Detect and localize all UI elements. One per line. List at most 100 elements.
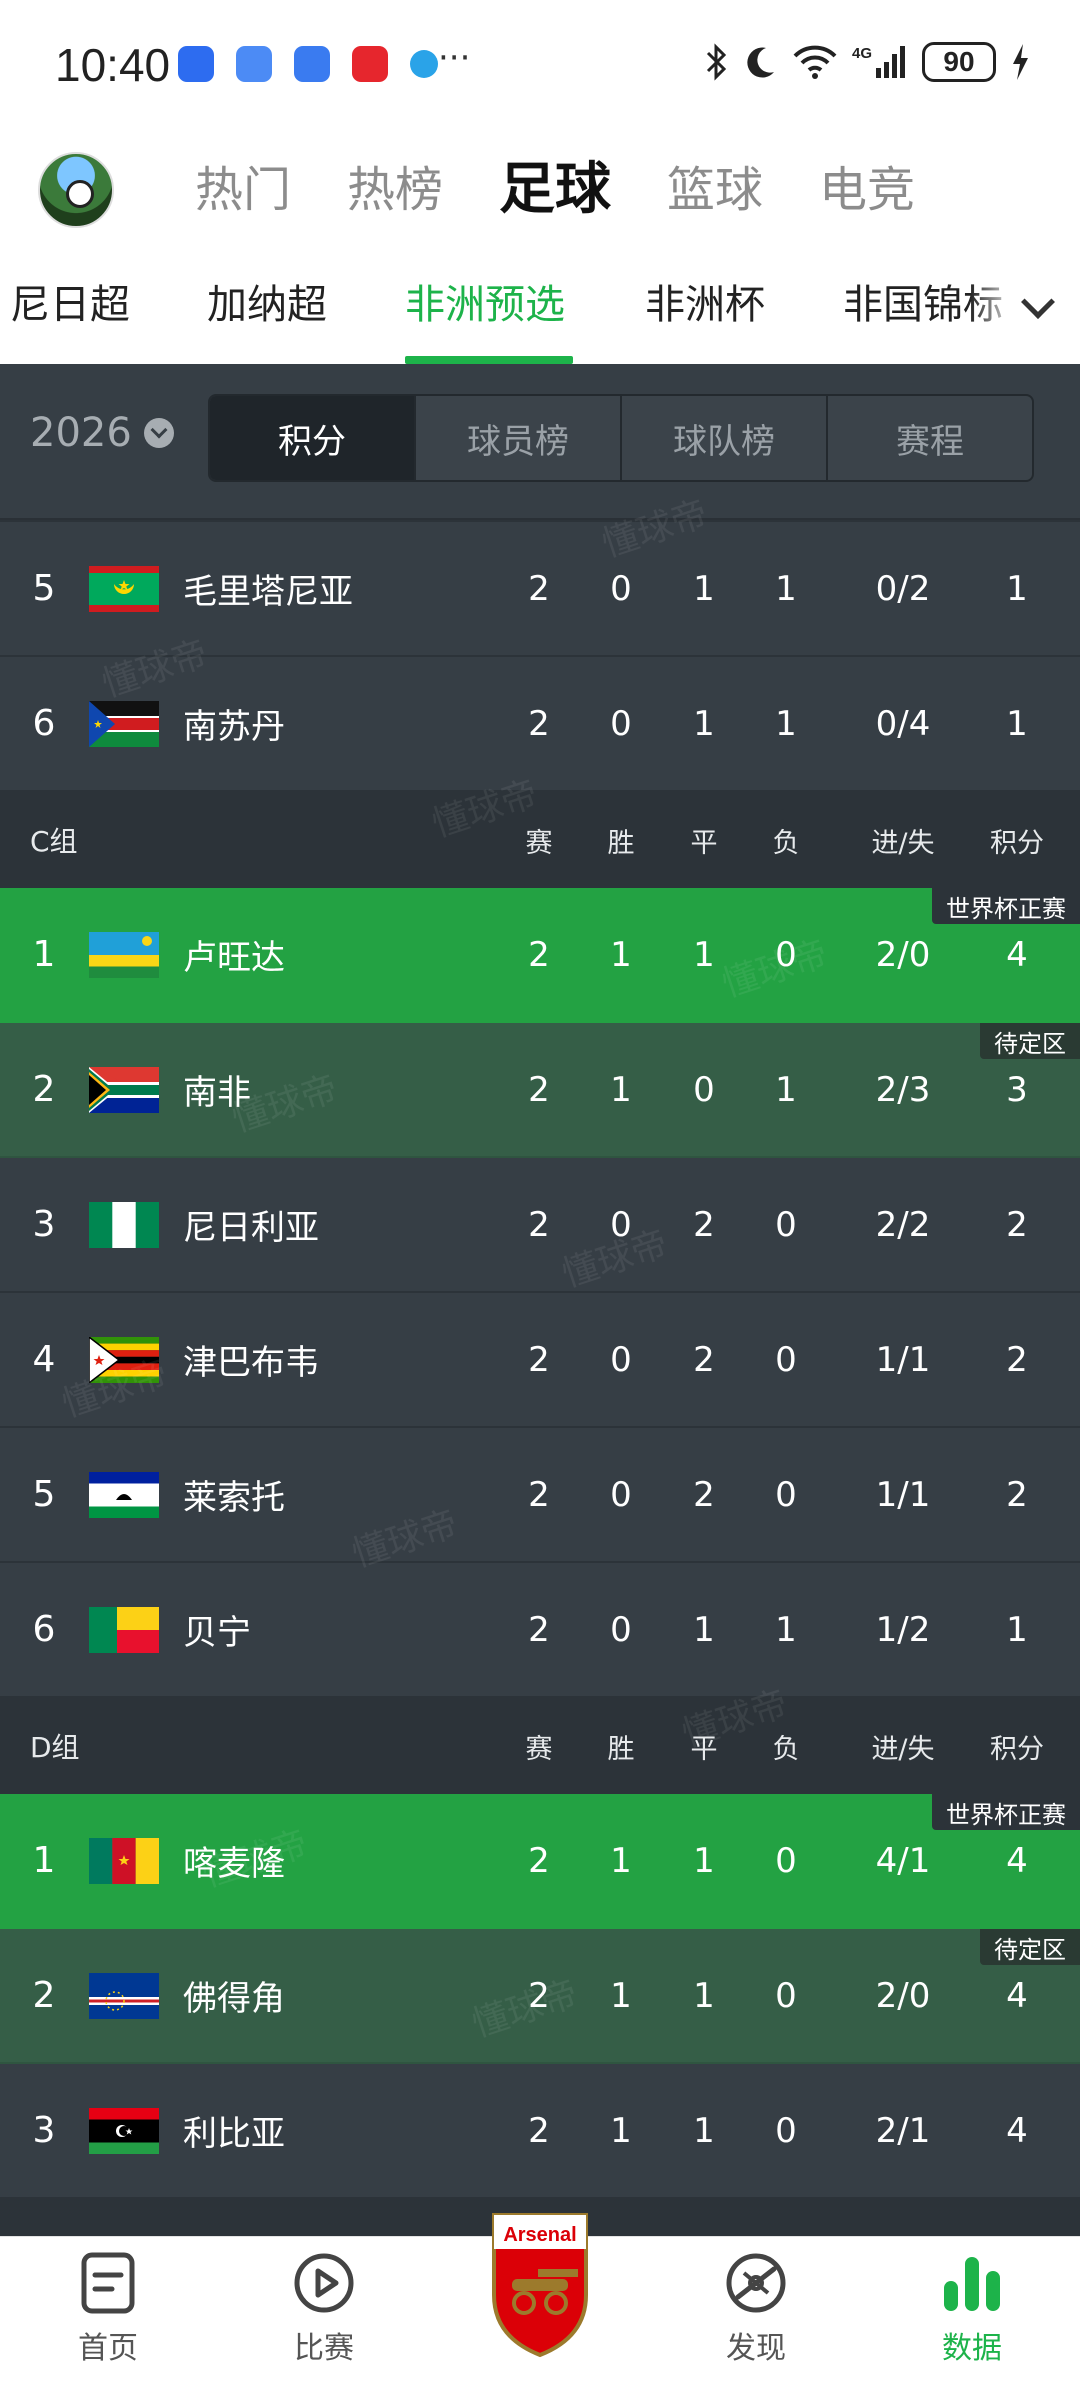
points: 1: [1006, 568, 1028, 609]
points: 2: [1006, 1339, 1028, 1380]
table-row[interactable]: 6 南苏丹 2 0 1 1 0/4 1: [0, 657, 1080, 792]
points: 1: [1006, 1609, 1028, 1650]
app-notification-icon: [410, 50, 438, 78]
segment-player-ranking[interactable]: 球员榜: [414, 396, 620, 480]
drawn: 2: [693, 1204, 715, 1245]
nav-label: 发现: [726, 2331, 786, 2366]
drawn: 1: [693, 1975, 715, 2016]
goals: 1/1: [875, 1474, 931, 1515]
user-avatar[interactable]: [38, 152, 114, 228]
filter-bar: 2026 积分 球员榜 球队榜 赛程: [0, 364, 1080, 520]
table-row[interactable]: 4 津巴布韦 2 0 2 0 1/1 2: [0, 1293, 1080, 1428]
table-row[interactable]: 3 尼日利亚 2 0 2 0 2/2 2: [0, 1158, 1080, 1293]
team-rank: 3: [32, 2110, 56, 2151]
goals: 2/0: [875, 1975, 931, 2016]
goals: 1/2: [875, 1609, 931, 1650]
team-name: 南苏丹: [183, 707, 285, 747]
won: 0: [610, 1609, 632, 1650]
lost: 1: [775, 568, 797, 609]
lesotho-flag-icon: [89, 1471, 159, 1518]
drawn: 2: [693, 1339, 715, 1380]
tab-basketball[interactable]: 篮球: [667, 158, 763, 222]
league-tab-bar: 尼日超 加纳超 非洲预选 非洲杯 非国锦标: [0, 260, 1080, 364]
mauritania-flag-icon: [89, 565, 159, 612]
team-name: 佛得角: [183, 1979, 285, 2019]
points: 4: [1006, 934, 1028, 975]
table-row[interactable]: 5 毛里塔尼亚 2 0 1 1 0/2 1: [0, 522, 1080, 657]
played: 2: [528, 1474, 550, 1515]
nav-home[interactable]: 首页: [38, 2251, 178, 2367]
nav-matches[interactable]: 比赛: [254, 2251, 394, 2367]
table-row[interactable]: 待定区 2 佛得角 2 1 1 0 2/0 4: [0, 1929, 1080, 2064]
nigeria-flag-icon: [89, 1201, 159, 1248]
column-played: 赛: [525, 1733, 553, 1765]
team-name: 利比亚: [183, 2114, 285, 2154]
group-name: C组: [30, 825, 78, 858]
table-row[interactable]: 世界杯正赛 1 卢旺达 2 1 1 0 2/0 4: [0, 888, 1080, 1023]
flag-cell: [88, 1023, 160, 1156]
table-row[interactable]: 待定区 2 南非 2 1 0 1 2/3 3: [0, 1023, 1080, 1158]
column-won: 胜: [607, 1733, 635, 1765]
team-name: 南非: [183, 1073, 251, 1113]
table-row[interactable]: 6 贝宁 2 0 1 1 1/2 1: [0, 1563, 1080, 1698]
team-rank: 3: [32, 1204, 56, 1245]
won: 1: [610, 2110, 632, 2151]
tab-football[interactable]: 足球: [499, 158, 611, 222]
won: 0: [610, 1474, 632, 1515]
segment-team-ranking[interactable]: 球队榜: [620, 396, 826, 480]
tab-hot-list[interactable]: 热榜: [347, 158, 443, 222]
league-tab-nigeria[interactable]: 尼日超: [10, 280, 130, 330]
nav-label: 数据: [942, 2331, 1002, 2366]
table-row[interactable]: 世界杯正赛 1 喀麦隆 2 1 1 0 4/1 4: [0, 1794, 1080, 1929]
team-name: 贝宁: [183, 1613, 251, 1653]
active-tab-indicator: [405, 356, 573, 364]
goals: 2/3: [875, 1069, 931, 1110]
season-selector[interactable]: 2026: [30, 410, 174, 456]
column-points: 积分: [990, 827, 1044, 859]
cameroon-flag-icon: [89, 1837, 159, 1884]
table-row[interactable]: 3 利比亚 2 1 1 0 2/1 4: [0, 2064, 1080, 2199]
south-sudan-flag-icon: [89, 700, 159, 747]
won: 1: [610, 1069, 632, 1110]
league-tab-ghana[interactable]: 加纳超: [207, 280, 327, 330]
nav-data[interactable]: 数据: [902, 2251, 1042, 2367]
played: 2: [528, 1339, 550, 1380]
lost: 0: [775, 1840, 797, 1881]
played: 2: [528, 934, 550, 975]
flag-cell: [88, 1428, 160, 1561]
bluetooth-icon: [706, 43, 727, 81]
league-tab-africa-qualifiers[interactable]: 非洲预选: [405, 280, 565, 330]
tab-esports[interactable]: 电竞: [819, 158, 915, 222]
lost: 0: [775, 1975, 797, 2016]
lost: 0: [775, 1474, 797, 1515]
group-header-c: C组 赛 胜 平 负 进/失 积分: [0, 792, 1080, 888]
system-icons: 4G 90: [704, 42, 1030, 82]
segment-schedule[interactable]: 赛程: [826, 396, 1032, 480]
won: 1: [610, 1840, 632, 1881]
rwanda-flag-icon: [89, 931, 159, 978]
table-row[interactable]: 5 莱索托 2 0 2 0 1/1 2: [0, 1428, 1080, 1563]
tab-hot[interactable]: 热门: [195, 158, 291, 222]
nav-discover[interactable]: 发现: [686, 2251, 826, 2367]
played: 2: [528, 703, 550, 744]
bottom-navigation: 首页 比赛 Arsenal 发现 数据: [0, 2213, 1080, 2388]
nav-team[interactable]: Arsenal: [488, 2209, 592, 2359]
points: 3: [1006, 1069, 1028, 1110]
bar-chart-icon: [944, 2257, 1000, 2311]
drawn: 1: [693, 2110, 715, 2151]
charging-icon: [1013, 44, 1028, 80]
tab-fade: [970, 260, 1080, 364]
column-lost: 负: [772, 827, 800, 859]
lost: 1: [775, 1069, 797, 1110]
league-tab-afcon[interactable]: 非洲杯: [645, 280, 765, 330]
flag-cell: [88, 1293, 160, 1426]
benin-flag-icon: [89, 1606, 159, 1653]
group-name: D组: [30, 1731, 80, 1764]
team-rank: 1: [32, 934, 56, 975]
segment-standings[interactable]: 积分: [210, 396, 414, 480]
played: 2: [528, 1975, 550, 2016]
nav-label: 比赛: [294, 2331, 354, 2366]
drawn: 1: [693, 1840, 715, 1881]
points: 4: [1006, 2110, 1028, 2151]
lost: 0: [775, 1204, 797, 1245]
